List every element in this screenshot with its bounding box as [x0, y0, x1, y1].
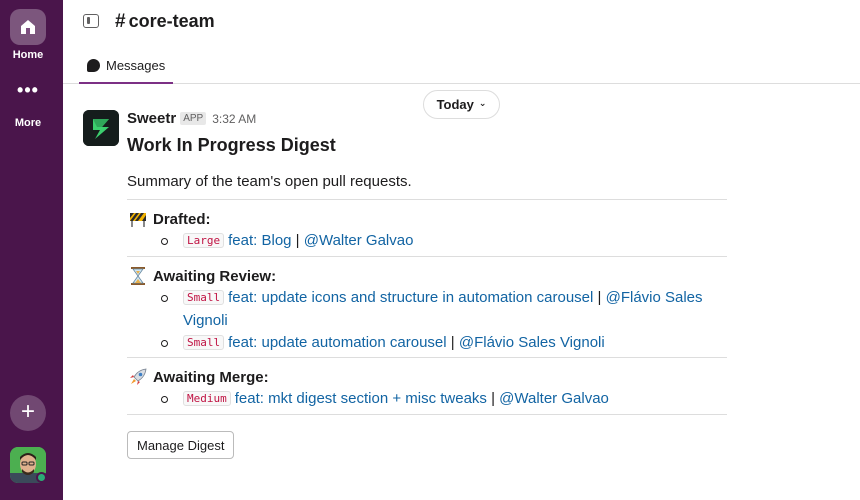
hourglass-icon [127, 266, 149, 286]
separator: | [486, 390, 500, 407]
section-awaiting-merge: Awaiting Merge: Medium feat: mkt digest s… [127, 357, 727, 411]
size-tag: Small [183, 290, 225, 305]
pr-link[interactable]: feat: mkt digest section + misc tweaks [235, 390, 487, 407]
rocket-icon [127, 367, 149, 387]
section-title-text: Awaiting Merge: [153, 368, 269, 386]
separator: | [291, 232, 304, 249]
sender-name[interactable]: Sweetr [127, 110, 176, 127]
bullet-icon [161, 295, 168, 302]
digest-title: Work In Progress Digest [127, 135, 336, 155]
date-label: Today [436, 97, 474, 112]
pr-link[interactable]: feat: Blog [228, 232, 291, 249]
home-button[interactable] [10, 9, 46, 45]
workspace-rail: Home ••• More + [0, 0, 63, 500]
sweetr-logo [83, 110, 119, 146]
chevron-down-icon: ⌄ [478, 98, 487, 108]
section-title-text: Drafted: [153, 210, 211, 228]
list-item: Small feat: update icons and structure in… [127, 287, 727, 332]
section-title-text: Awaiting Review: [153, 267, 277, 285]
add-button[interactable]: + [10, 395, 46, 431]
more-label[interactable]: More [0, 117, 56, 129]
list-item: Small feat: update automation carousel | … [127, 332, 727, 355]
size-tag: Large [183, 233, 225, 248]
section-title: Drafted: [127, 208, 727, 230]
channel-hash: # [115, 11, 126, 32]
divider [127, 414, 727, 415]
author-mention[interactable]: @Flávio Sales Vignoli [459, 334, 605, 351]
sidebar-toggle-icon[interactable] [83, 14, 99, 28]
pr-link[interactable]: feat: update icons and structure in auto… [228, 289, 593, 306]
author-mention[interactable]: @Walter Galvao [499, 390, 609, 407]
home-icon [21, 20, 35, 34]
pr-link[interactable]: feat: update automation carousel [228, 334, 446, 351]
section-title: Awaiting Review: [127, 265, 727, 287]
list-item: Large feat: Blog | @Walter Galvao [127, 230, 727, 253]
size-tag: Small [183, 335, 225, 350]
author-mention[interactable]: @Walter Galvao [304, 232, 414, 249]
separator: | [593, 289, 606, 306]
app-badge: APP [180, 112, 207, 125]
section-title: Awaiting Merge: [127, 366, 727, 388]
message-bubble-icon [87, 58, 100, 72]
tab-messages-label: Messages [106, 57, 166, 73]
manage-digest-button[interactable]: Manage Digest [127, 431, 235, 459]
more-icon[interactable]: ••• [0, 81, 56, 99]
presence-indicator [36, 472, 47, 483]
app-avatar[interactable] [83, 110, 119, 146]
channel-header: # core-team Messages [63, 0, 860, 84]
home-label: Home [12, 49, 44, 61]
list-item: Medium feat: mkt digest section + misc tw… [127, 388, 727, 411]
size-tag: Medium [183, 391, 231, 406]
bullet-icon [161, 396, 168, 403]
digest-summary: Summary of the team's open pull requests… [127, 173, 412, 190]
tab-messages[interactable]: Messages [79, 48, 174, 84]
separator: | [446, 334, 459, 351]
bullet-icon [161, 238, 168, 245]
section-awaiting-review: Awaiting Review: Small feat: update icons… [127, 256, 727, 355]
channel-title[interactable]: # core-team [115, 11, 215, 33]
construction-icon [127, 209, 149, 229]
date-divider-button[interactable]: Today ⌄ [423, 90, 500, 119]
channel-name: core-team [128, 11, 215, 31]
message-timestamp[interactable]: 3:32 AM [212, 112, 256, 126]
section-drafted: Drafted: Large feat: Blog | @Walter Galva… [127, 199, 727, 253]
bullet-icon [161, 340, 168, 347]
message-header: Sweetr APP 3:32 AM [127, 110, 256, 127]
